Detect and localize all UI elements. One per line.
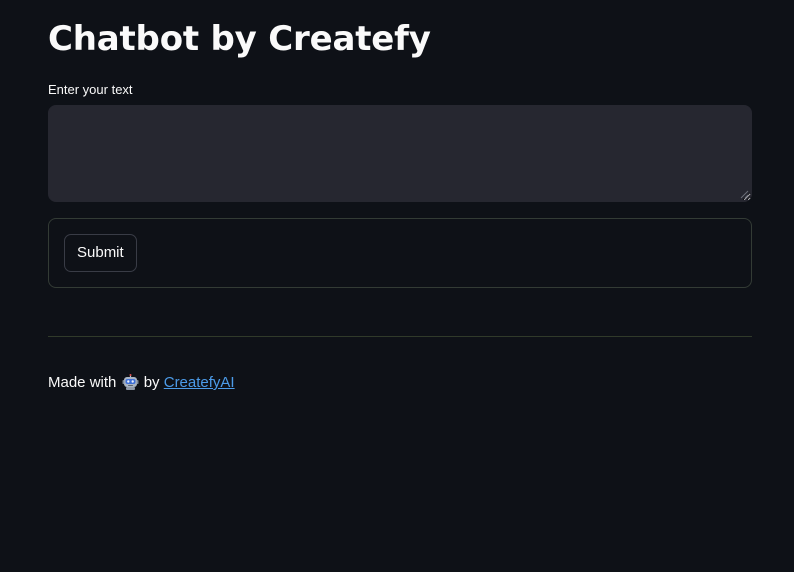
text-input[interactable]	[48, 105, 752, 202]
divider	[48, 336, 752, 337]
footer: Made with by CreatefyAI	[48, 373, 235, 393]
createfyai-link[interactable]: CreatefyAI	[164, 374, 235, 391]
text-input-label: Enter your text	[48, 82, 133, 97]
page-title: Chatbot by Createfy	[48, 19, 431, 59]
footer-prefix: Made with	[48, 374, 117, 391]
robot-icon	[122, 374, 139, 390]
footer-by: by	[143, 374, 160, 391]
submit-button[interactable]: Submit	[64, 234, 137, 272]
form-container: Submit	[48, 218, 752, 288]
